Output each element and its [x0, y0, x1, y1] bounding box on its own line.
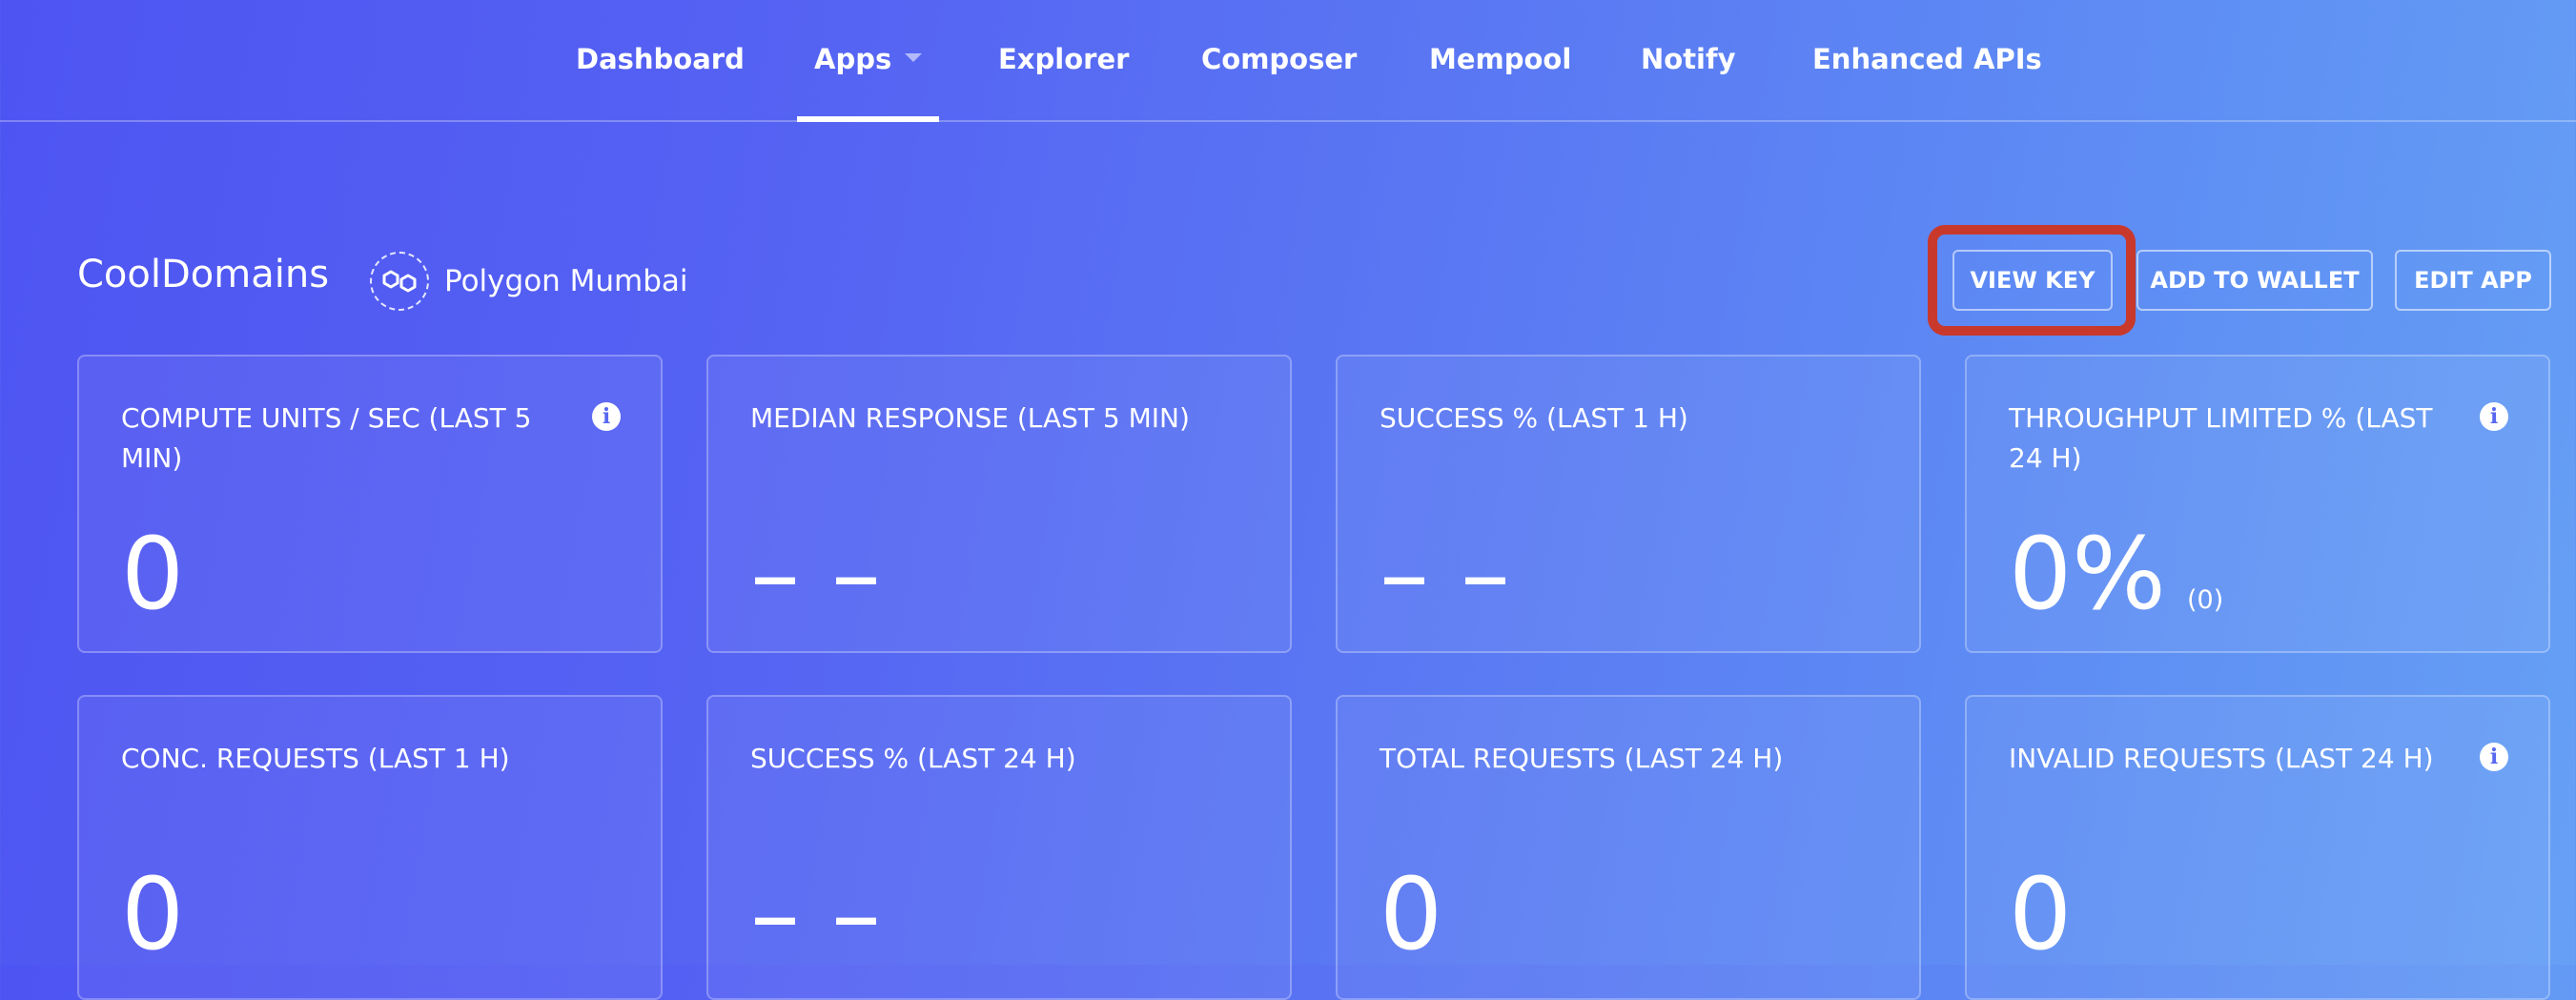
- stat-value: 0: [121, 516, 185, 632]
- polygon-icon: [370, 252, 429, 311]
- nav-enhanced-apis[interactable]: Enhanced APIs: [1812, 0, 2042, 120]
- nav-explorer[interactable]: Explorer: [998, 0, 1129, 120]
- stat-card-throughput-limited: THROUGHPUT LIMITED % (LAST 24 H) i 0% (0): [1965, 355, 2550, 653]
- stat-value: – –: [750, 856, 882, 972]
- top-navigation: Dashboard Apps Explorer Composer Mempool…: [0, 0, 2576, 122]
- nav-composer[interactable]: Composer: [1201, 0, 1357, 120]
- nav-mempool[interactable]: Mempool: [1429, 0, 1571, 120]
- stat-label: INVALID REQUESTS (LAST 24 H): [2009, 743, 2434, 774]
- stat-card-success-24h: SUCCESS % (LAST 24 H) – –: [706, 695, 1292, 1000]
- stat-card-median-response: MEDIAN RESPONSE (LAST 5 MIN) – –: [706, 355, 1292, 653]
- stat-label: TOTAL REQUESTS (LAST 24 H): [1380, 743, 1784, 774]
- nav-dashboard[interactable]: Dashboard: [576, 0, 745, 120]
- nav-notify[interactable]: Notify: [1641, 0, 1736, 120]
- stat-value: 0: [2009, 856, 2073, 972]
- stat-card-compute-units: COMPUTE UNITS / SEC (LAST 5 MIN) i 0: [77, 355, 663, 653]
- stat-card-success-1h: SUCCESS % (LAST 1 H) – –: [1336, 355, 1921, 653]
- stat-value: – –: [1380, 516, 1511, 632]
- info-icon[interactable]: i: [2480, 402, 2508, 431]
- nav-apps[interactable]: Apps: [796, 0, 940, 122]
- stat-label: CONC. REQUESTS (LAST 1 H): [121, 743, 510, 774]
- info-icon[interactable]: i: [2480, 743, 2508, 771]
- stat-value-sub: (0): [2187, 585, 2224, 615]
- add-to-wallet-button[interactable]: ADD TO WALLET: [2136, 250, 2373, 311]
- network-indicator: Polygon Mumbai: [370, 250, 688, 313]
- edit-app-button[interactable]: EDIT APP: [2395, 250, 2551, 311]
- network-label: Polygon Mumbai: [444, 264, 688, 298]
- info-icon[interactable]: i: [592, 402, 621, 431]
- chevron-down-icon: [905, 52, 923, 62]
- stat-label: SUCCESS % (LAST 1 H): [1380, 402, 1688, 434]
- stat-value: 0% (0): [2009, 524, 2223, 650]
- stat-card-concurrent-requests: CONC. REQUESTS (LAST 1 H) 0: [77, 695, 663, 1000]
- stat-label: COMPUTE UNITS / SEC (LAST 5 MIN): [121, 402, 532, 474]
- stat-label: MEDIAN RESPONSE (LAST 5 MIN): [750, 402, 1190, 434]
- stat-label: THROUGHPUT LIMITED % (LAST 24 H): [2009, 402, 2433, 474]
- stat-value: 0: [1380, 856, 1443, 972]
- app-name: CoolDomains: [77, 253, 330, 296]
- stat-label: SUCCESS % (LAST 24 H): [750, 743, 1076, 774]
- stat-card-total-requests: TOTAL REQUESTS (LAST 24 H) 0: [1336, 695, 1921, 1000]
- stat-value-main: 0%: [2009, 516, 2166, 632]
- stat-card-invalid-requests: INVALID REQUESTS (LAST 24 H) i 0: [1965, 695, 2550, 1000]
- highlight-box: [1928, 225, 2136, 336]
- nav-apps-label: Apps: [814, 43, 892, 75]
- stat-value: – –: [750, 516, 882, 632]
- stat-value: 0: [121, 856, 185, 972]
